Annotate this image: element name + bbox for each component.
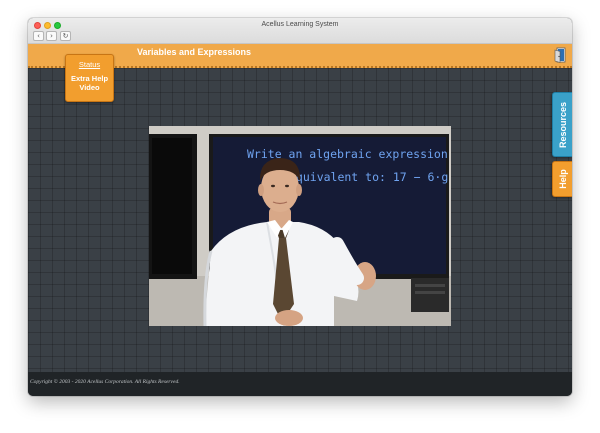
exit-door-icon[interactable] [554, 47, 566, 63]
help-tab[interactable]: Help [552, 161, 572, 197]
lesson-content-area: Variables and Expressions Status Extra H… [28, 44, 572, 372]
status-value: Extra Help Video [70, 74, 109, 92]
board-line-2: equivalent to: 17 − 6·g [289, 170, 448, 184]
browser-window: Acellus Learning System ‹ › ↻ Variables … [28, 18, 572, 396]
footer: Copyright © 2003 - 2020 Acellus Corporat… [28, 372, 572, 396]
lesson-title: Variables and Expressions [137, 47, 252, 57]
status-panel: Status Extra Help Video [65, 54, 114, 102]
resources-tab[interactable]: Resources [552, 92, 572, 157]
window-title: Acellus Learning System [261, 21, 339, 28]
reload-button[interactable]: ↻ [60, 31, 71, 41]
help-tab-label: Help [557, 169, 568, 189]
lesson-video-player[interactable]: Write an algebraic expression equivalent… [149, 126, 451, 326]
title-bar: Acellus Learning System ‹ › ↻ [28, 18, 572, 44]
copyright-text: Copyright © 2003 - 2020 Acellus Corporat… [30, 379, 180, 385]
video-frame: Write an algebraic expression equivalent… [149, 126, 451, 326]
resources-tab-label: Resources [557, 101, 568, 148]
forward-button[interactable]: › [46, 31, 57, 41]
back-button[interactable]: ‹ [33, 31, 44, 41]
status-link[interactable]: Status [66, 60, 113, 69]
